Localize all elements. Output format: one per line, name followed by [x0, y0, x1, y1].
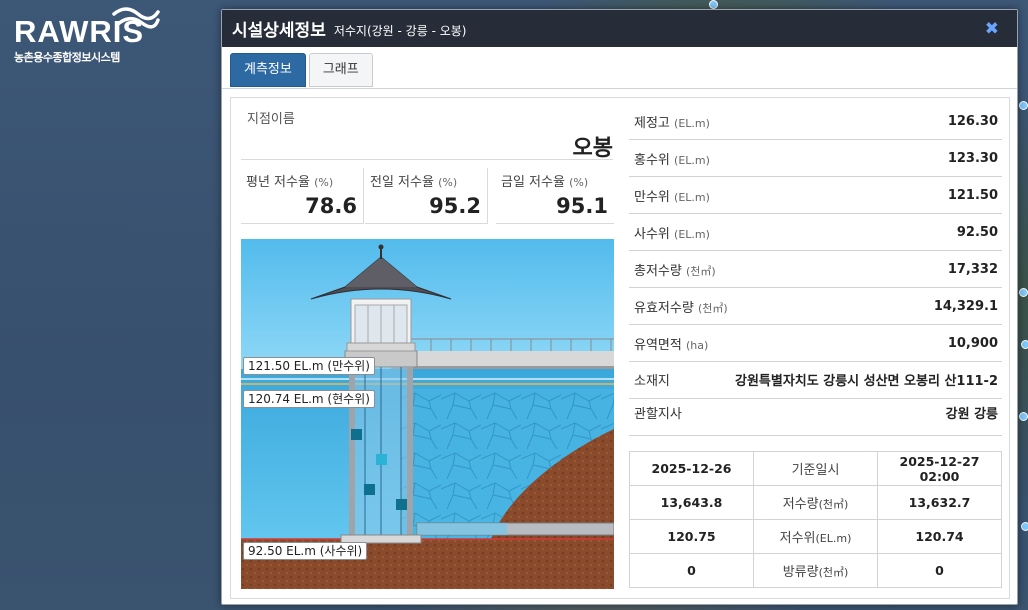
curr-date-cell: 2025-12-27 02:00	[877, 451, 1002, 486]
spec-value: 강원특별자치도 강릉시 성산면 오봉리 산111-2	[734, 374, 998, 389]
spec-label: 제정고 (EL.m)	[634, 115, 710, 131]
spec-label: 유역면적 (ha)	[634, 337, 709, 353]
spec-row-branch: 관할지사 강원 강릉	[629, 399, 1002, 436]
spec-label: 홍수위 (EL.m)	[634, 152, 710, 168]
spec-value: 121.50	[947, 187, 998, 203]
spec-value: 92.50	[956, 224, 998, 240]
rate-today: 금일 저수율 (%) 95.1	[496, 168, 614, 224]
spec-label: 총저수량 (천㎥)	[634, 263, 716, 279]
rawris-logo[interactable]: RAWRIS 농촌용수종합정보시스템	[14, 6, 160, 65]
spec-row: 유역면적 (ha) 10,900	[629, 325, 1002, 362]
station-name: 오봉	[572, 136, 613, 161]
map-marker[interactable]	[1019, 412, 1028, 421]
modal-header: 시설상세정보 저수지(강원 - 강릉 - 오봉) ✖	[222, 10, 1017, 47]
station-label: 지점이름	[247, 112, 295, 127]
spec-label: 만수위 (EL.m)	[634, 189, 710, 205]
prev-value-cell: 120.75	[629, 519, 754, 554]
close-icon[interactable]: ✖	[985, 19, 999, 39]
station-box: 지점이름 오봉	[241, 106, 613, 161]
map-marker[interactable]	[1021, 340, 1028, 349]
spec-label: 소재지	[634, 374, 670, 389]
spec-value: 14,329.1	[933, 298, 998, 314]
tab-graph[interactable]: 그래프	[308, 53, 373, 87]
spec-value: 강원 강릉	[945, 407, 998, 422]
facility-spec-table: 제정고 (EL.m) 126.30 홍수위 (EL.m) 123.30 만수위 …	[629, 103, 1002, 436]
curr-value-cell: 13,632.7	[877, 485, 1002, 520]
rate-previous-day: 전일 저수율 (%) 95.2	[365, 168, 488, 224]
map-marker[interactable]	[1021, 522, 1028, 531]
row-label-cell: 저수량(천㎥)	[753, 485, 878, 520]
prev-value-cell: 0	[629, 553, 754, 588]
logo-subtitle: 농촌용수종합정보시스템	[14, 51, 120, 64]
rate-label: 전일 저수율 (%)	[370, 175, 458, 190]
spec-value: 10,900	[947, 335, 998, 351]
rate-value: 78.6	[305, 194, 357, 218]
spec-row: 만수위 (EL.m) 121.50	[629, 177, 1002, 214]
rate-normal-year: 평년 저수율 (%) 78.6	[241, 168, 364, 224]
spec-value: 123.30	[947, 150, 998, 166]
reservoir-illustration	[241, 239, 614, 589]
full-water-level-label: 121.50 EL.m (만수위)	[243, 357, 375, 375]
dead-water-level-label: 92.50 EL.m (사수위)	[243, 542, 368, 560]
modal-title: 시설상세정보	[232, 21, 326, 41]
rate-value: 95.1	[556, 194, 608, 218]
wave-logo-icon	[112, 7, 160, 29]
row-label-cell: 저수위(EL.m)	[753, 519, 878, 554]
tab-bar: 계측정보 그래프	[222, 47, 1017, 89]
curr-value-cell: 0	[877, 553, 1002, 588]
prev-date-cell: 2025-12-26	[629, 451, 754, 486]
map-marker[interactable]	[1019, 288, 1028, 297]
spec-row: 총저수량 (천㎥) 17,332	[629, 251, 1002, 288]
table-row: 13,643.8 저수량(천㎥) 13,632.7	[629, 485, 1002, 520]
prev-value-cell: 13,643.8	[629, 485, 754, 520]
rate-label: 금일 저수율 (%)	[501, 175, 589, 190]
map-marker[interactable]	[709, 0, 718, 9]
measurement-panel: 지점이름 오봉 평년 저수율 (%) 78.6 전일 저수율 (%) 95.2 …	[230, 97, 1010, 599]
facility-detail-modal: 시설상세정보 저수지(강원 - 강릉 - 오봉) ✖ 계측정보 그래프 지점이름…	[221, 9, 1018, 605]
spec-label: 사수위 (EL.m)	[634, 226, 710, 242]
spec-value: 17,332	[947, 261, 998, 277]
spec-row: 제정고 (EL.m) 126.30	[629, 103, 1002, 140]
comparison-table: 2025-12-26 기준일시 2025-12-27 02:00 13,643.…	[629, 451, 1002, 588]
curr-value-cell: 120.74	[877, 519, 1002, 554]
tab-measurement[interactable]: 계측정보	[230, 53, 306, 87]
row-label-cell: 방류량(천㎥)	[753, 553, 878, 588]
table-row: 2025-12-26 기준일시 2025-12-27 02:00	[629, 451, 1002, 486]
modal-subtitle: 저수지(강원 - 강릉 - 오봉)	[333, 23, 467, 38]
current-water-level-label: 120.74 EL.m (현수위)	[243, 390, 375, 408]
table-row: 120.75 저수위(EL.m) 120.74	[629, 519, 1002, 554]
spec-row: 유효저수량 (천㎥) 14,329.1	[629, 288, 1002, 325]
reservoir-diagram: 121.50 EL.m (만수위) 120.74 EL.m (현수위) 92.5…	[241, 239, 614, 589]
spec-row-location: 소재지 강원특별자치도 강릉시 성산면 오봉리 산111-2	[629, 362, 1002, 399]
map-marker[interactable]	[1019, 101, 1028, 110]
spec-label: 관할지사	[634, 407, 682, 422]
spec-row: 사수위 (EL.m) 92.50	[629, 214, 1002, 251]
spec-label: 유효저수량 (천㎥)	[634, 300, 728, 316]
spec-row: 홍수위 (EL.m) 123.30	[629, 140, 1002, 177]
rate-value: 95.2	[429, 194, 481, 218]
spec-value: 126.30	[947, 113, 998, 129]
reference-time-label: 기준일시	[753, 451, 878, 486]
table-row: 0 방류량(천㎥) 0	[629, 553, 1002, 588]
rate-label: 평년 저수율 (%)	[246, 175, 334, 190]
